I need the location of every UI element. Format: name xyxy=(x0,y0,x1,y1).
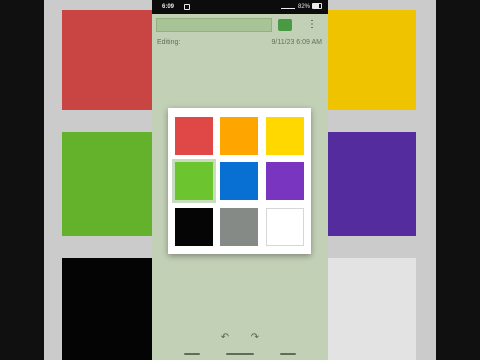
color-swatch-black[interactable] xyxy=(175,208,213,246)
color-swatch-red[interactable] xyxy=(175,117,213,155)
color-swatch-green[interactable] xyxy=(172,159,216,203)
color-swatch-white[interactable] xyxy=(266,208,304,246)
color-swatch-orange[interactable] xyxy=(220,117,258,155)
color-swatch-gray[interactable] xyxy=(220,208,258,246)
background-edge-left xyxy=(0,0,44,360)
color-swatch-purple[interactable] xyxy=(266,162,304,200)
color-swatch-yellow[interactable] xyxy=(266,117,304,155)
color-picker-dialog xyxy=(168,108,311,254)
color-swatch-blue[interactable] xyxy=(220,162,258,200)
background-edge-right xyxy=(436,0,480,360)
